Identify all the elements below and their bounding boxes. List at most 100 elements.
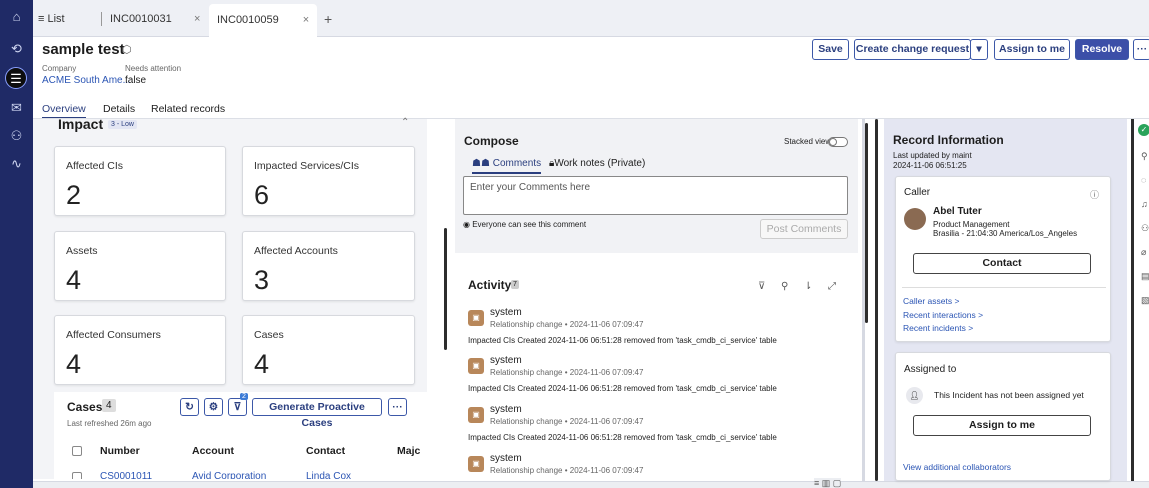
activity-pulse-icon[interactable]: ∿: [8, 155, 25, 172]
record-title: sample test: [42, 41, 125, 58]
filter-badge: 2: [240, 393, 248, 400]
cases-more-button[interactable]: ···: [388, 398, 407, 416]
activity-scrollbar[interactable]: [865, 123, 868, 323]
system-avatar-icon: ▣: [468, 407, 484, 423]
expand-icon[interactable]: ⤢: [828, 281, 836, 292]
close-tab-icon[interactable]: ×: [303, 14, 309, 26]
chat-icon[interactable]: ◌: [1141, 175, 1149, 185]
sort-icon[interactable]: ⇂: [804, 281, 812, 292]
bottom-bar: [33, 481, 1149, 488]
card-label: Impacted Services/CIs: [254, 160, 360, 172]
caller-card: Caller ⓘ Abel Tuter Product Management B…: [895, 176, 1111, 342]
divider: [902, 287, 1106, 288]
activity-meta: Relationship change • 2024-11-06 07:09:4…: [490, 320, 644, 329]
image-icon[interactable]: ▧: [1141, 295, 1149, 305]
last-updated-date: 2024-11-06 06:51:25: [893, 161, 967, 170]
view-mode-icons[interactable]: ≡ ▥ ▢: [814, 478, 842, 488]
people-icon[interactable]: ⚇: [8, 127, 25, 144]
column-header[interactable]: Number: [100, 445, 140, 457]
save-button[interactable]: Save: [812, 39, 849, 60]
filter-icon[interactable]: ⊽: [228, 398, 247, 416]
card-value: 6: [254, 180, 270, 210]
list-tab[interactable]: ≡ List: [38, 9, 65, 29]
list-icon[interactable]: ☰: [5, 67, 27, 89]
affected-consumers-card[interactable]: Affected Consumers 4: [54, 315, 226, 385]
attachment-icon[interactable]: ⌀: [1141, 247, 1149, 257]
system-avatar-icon: ▣: [468, 456, 484, 472]
activity-title: Activity: [468, 278, 512, 292]
system-avatar-icon: ▣: [468, 310, 484, 326]
user-icon: 👤︎: [906, 387, 923, 404]
card-label: Cases: [254, 329, 284, 341]
caller-name[interactable]: Abel Tuter: [933, 206, 982, 217]
comment-textarea[interactable]: Enter your Comments here: [463, 176, 848, 215]
assign-to-me-card-button[interactable]: Assign to me: [913, 415, 1091, 436]
recent-incidents-link[interactable]: Recent incidents >: [903, 323, 973, 333]
inbox-icon[interactable]: ✉: [8, 99, 25, 116]
assets-card[interactable]: Assets 4: [54, 231, 226, 301]
select-all-checkbox[interactable]: [72, 446, 82, 456]
generate-proactive-cases-button[interactable]: Generate Proactive Cases: [252, 398, 382, 429]
gear-icon[interactable]: ⚙: [204, 398, 223, 416]
attention-value: false: [125, 75, 147, 86]
attention-label: Needs attention: [125, 64, 182, 73]
document-icon[interactable]: ▤: [1141, 271, 1149, 281]
chevron-up-icon[interactable]: ⌃: [401, 117, 409, 128]
history-icon[interactable]: ⟲: [8, 40, 25, 57]
chevron-down-icon[interactable]: ▾: [970, 39, 988, 60]
comments-icon: ☗☗: [472, 158, 490, 169]
column-header[interactable]: Account: [192, 445, 234, 457]
home-icon[interactable]: ⌂: [8, 8, 25, 25]
caller-assets-link[interactable]: Caller assets >: [903, 296, 959, 306]
search-icon[interactable]: ⚲: [781, 281, 788, 292]
eye-icon: ◉: [463, 220, 470, 229]
activity-meta: Relationship change • 2024-11-06 07:09:4…: [490, 466, 644, 475]
add-tab-icon[interactable]: +: [324, 9, 332, 29]
record-info-title: Record Information: [893, 133, 1004, 147]
tab-label: Comments: [492, 158, 542, 169]
resolve-button[interactable]: Resolve: [1075, 39, 1129, 60]
impact-badge: 3 - Low: [108, 120, 137, 129]
card-label: Affected Accounts: [254, 245, 338, 257]
column-header[interactable]: Majc: [397, 445, 420, 457]
view-collaborators-link[interactable]: View additional collaborators: [903, 462, 1011, 472]
headset-icon[interactable]: ♫: [1141, 199, 1149, 209]
refresh-icon[interactable]: ↻: [180, 398, 199, 416]
assign-to-me-button[interactable]: Assign to me: [994, 39, 1070, 60]
caller-label: Caller: [904, 187, 931, 198]
affected-cis-card[interactable]: Affected CIs 2: [54, 146, 226, 216]
tab-inc0010031[interactable]: INC0010031: [110, 9, 172, 29]
search-icon[interactable]: ⚲: [1141, 151, 1149, 161]
close-tab-icon[interactable]: ×: [194, 9, 200, 29]
cases-card[interactable]: Cases 4: [242, 315, 415, 385]
impacted-services-card[interactable]: Impacted Services/CIs 6: [242, 146, 415, 216]
tab-comments[interactable]: ☗☗ Comments: [472, 158, 542, 174]
recent-interactions-link[interactable]: Recent interactions >: [903, 310, 983, 320]
panel-resize-handle[interactable]: [444, 228, 447, 350]
filter-icon[interactable]: ⊽: [758, 281, 765, 292]
check-icon[interactable]: ✓: [1138, 124, 1149, 136]
tab-bar: ≡ List INC0010031 × INC0010059 × +: [33, 0, 1149, 37]
tag-icon[interactable]: ⬡: [122, 43, 132, 56]
tab-details[interactable]: Details: [103, 103, 135, 115]
activity-meta: Relationship change • 2024-11-06 07:09:4…: [490, 368, 644, 377]
activity-user: system: [490, 355, 522, 366]
card-value: 4: [254, 349, 270, 379]
tab-related-records[interactable]: Related records: [151, 103, 225, 115]
affected-accounts-card[interactable]: Affected Accounts 3: [242, 231, 415, 301]
last-updated-by: Last updated by maint: [893, 151, 972, 160]
panel-resize-handle[interactable]: [875, 119, 878, 481]
cases-count: 4: [102, 399, 116, 412]
tab-work-notes[interactable]: 🔒︎Work notes (Private): [549, 158, 645, 169]
company-value[interactable]: ACME South Ame...: [42, 75, 131, 86]
stacked-view-toggle[interactable]: [828, 137, 848, 147]
contact-button[interactable]: Contact: [913, 253, 1091, 274]
tab-inc0010059[interactable]: INC0010059 ×: [209, 4, 318, 37]
column-header[interactable]: Contact: [306, 445, 345, 457]
more-actions-button[interactable]: ···: [1133, 39, 1149, 60]
post-comments-button[interactable]: Post Comments: [760, 219, 848, 239]
info-icon[interactable]: ⓘ: [1090, 188, 1099, 201]
people-icon[interactable]: ⚇: [1141, 223, 1149, 233]
activity-scroll-mask: [455, 475, 858, 481]
create-change-request-button[interactable]: Create change request: [854, 39, 971, 60]
